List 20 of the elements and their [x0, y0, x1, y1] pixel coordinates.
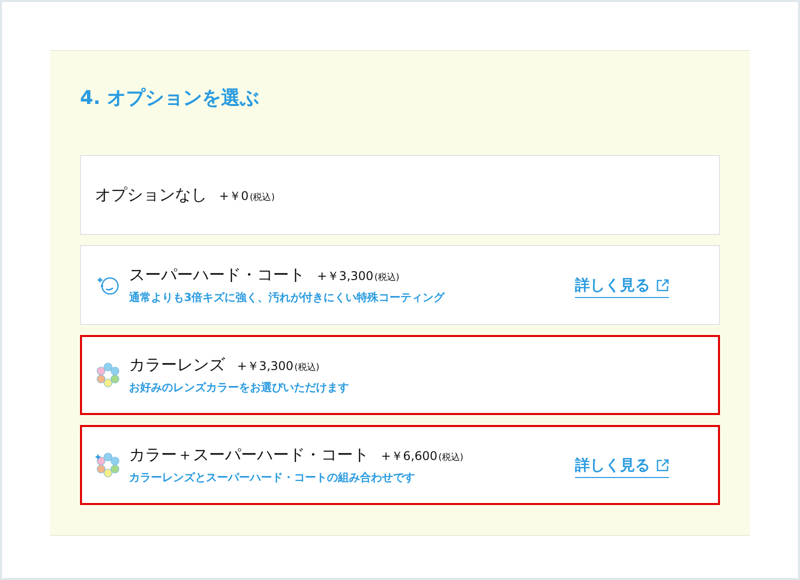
option-name: カラーレンズ: [129, 355, 225, 376]
color-dots-icon: [95, 362, 121, 388]
option-price: +￥6,600(税込): [381, 448, 464, 465]
section-title: 4. オプションを選ぶ: [80, 86, 260, 111]
color-dots-sparkle-icon: [95, 452, 121, 478]
option-description: お好みのレンズカラーをお選びいただけます: [129, 380, 350, 395]
option-name: オプションなし: [95, 184, 207, 206]
option-card[interactable]: オプションなし +￥0(税込): [80, 155, 720, 235]
option-card[interactable]: スーパーハード・コート +￥3,300(税込) 通常よりも3倍キズに強く、汚れが付きにくい特殊コーティング 詳しく見る: [80, 245, 720, 325]
external-link-icon: [656, 459, 669, 472]
option-card[interactable]: カラーレンズ +￥3,300(税込) お好みのレンズカラーをお選びいただけます: [80, 335, 720, 415]
option-name: カラー＋スーパーハード・コート: [129, 445, 369, 466]
external-link-icon: [656, 279, 669, 292]
option-price: +￥0(税込): [219, 188, 275, 204]
option-name: スーパーハード・コート: [129, 265, 305, 286]
option-description: 通常よりも3倍キズに強く、汚れが付きにくい特殊コーティング: [129, 290, 446, 305]
option-card[interactable]: カラー＋スーパーハード・コート +￥6,600(税込) カラーレンズとスーパーハード・コートの組み合わせです 詳しく見る: [80, 425, 720, 505]
option-price: +￥3,300(税込): [317, 268, 400, 285]
option-price: +￥3,300(税込): [237, 358, 320, 375]
option-description: カラーレンズとスーパーハード・コートの組み合わせです: [129, 470, 416, 485]
